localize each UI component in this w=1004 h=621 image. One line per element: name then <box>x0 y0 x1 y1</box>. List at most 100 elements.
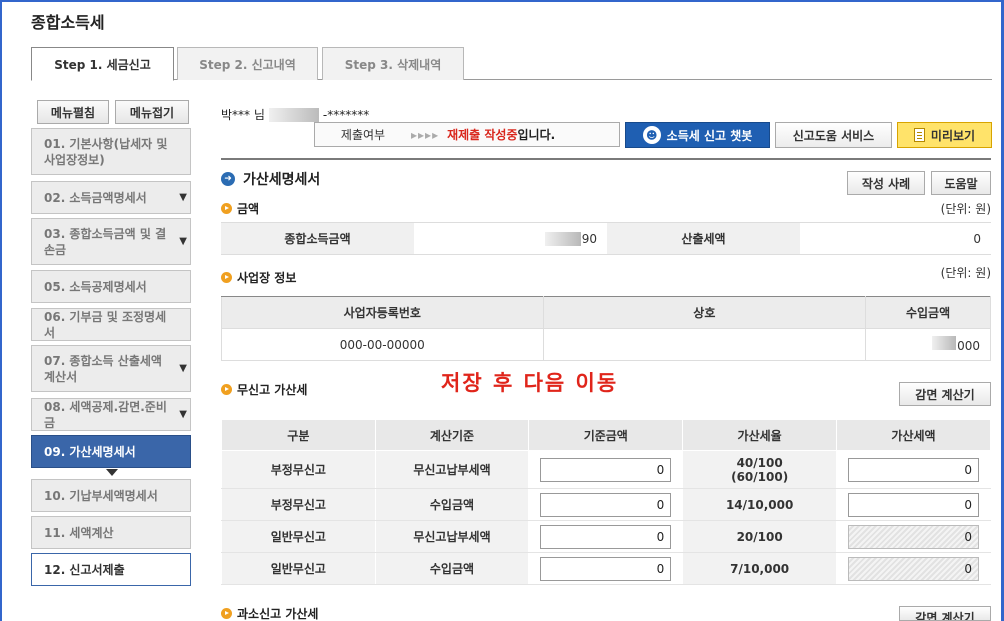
sidebar-item-prepaid-tax[interactable]: 10. 기납부세액명세서 <box>31 479 191 512</box>
no-report-penalty-table: 구분 계산기준 기준금액 가산세율 가산세액 부정무신고 무신고납부세액 40/… <box>221 419 991 585</box>
header-penalty: 가산세액 <box>836 419 991 451</box>
sidebar-item-label: 01. 기본사항(납세자 및 사업장정보) <box>44 136 168 167</box>
under-report-title-text: 과소신고 가산세 <box>237 607 319 621</box>
menu-toggle-group: 메뉴펼침 메뉴접기 <box>37 100 189 124</box>
sidebar-item-tax-calc-sheet[interactable]: 07. 종합소득 산출세액계산서 ▼ <box>31 345 191 392</box>
sidebar-item-submit[interactable]: 12. 신고서제출 <box>31 553 191 586</box>
type-cell: 일반무신고 <box>221 552 376 585</box>
base-amount-input[interactable] <box>540 457 672 482</box>
masked-value <box>932 336 957 350</box>
header-basis: 계산기준 <box>374 419 530 451</box>
collapse-menu-button[interactable]: 메뉴접기 <box>115 100 189 124</box>
sidebar-item-label: 12. 신고서제출 <box>44 562 125 577</box>
header-base-amount: 기준금액 <box>528 419 684 451</box>
sidebar-item-income-statement[interactable]: 02. 소득금액명세서 ▼ <box>31 181 191 214</box>
tab-step2[interactable]: Step 2. 신고내역 <box>177 47 318 80</box>
chevron-down-icon[interactable]: ▼ <box>179 190 187 206</box>
base-amount-input[interactable] <box>540 556 672 581</box>
name-cell <box>542 328 867 361</box>
document-icon <box>913 128 925 142</box>
chevron-down-icon[interactable]: ▼ <box>179 361 187 377</box>
penalty-cell <box>836 450 991 489</box>
chevron-down-icon[interactable]: ▼ <box>179 234 187 250</box>
type-cell: 부정무신고 <box>221 450 376 489</box>
arrow-right-circle-icon: ➜ <box>221 172 235 186</box>
basis-cell: 무신고납부세액 <box>374 450 530 489</box>
rate-cell: 7/10,000 <box>682 552 838 585</box>
sidebar-item-label: 09. 가산세명세서 <box>44 444 136 459</box>
base-amount-cell <box>528 450 684 489</box>
expand-menu-button[interactable]: 메뉴펼침 <box>37 100 109 124</box>
robot-icon: ☻ <box>642 126 661 144</box>
header-reg-no: 사업자등록번호 <box>221 296 544 329</box>
business-section-title: 사업장 정보 <box>221 269 296 286</box>
amount-section-title: 금액 <box>221 200 259 217</box>
business-title-text: 사업장 정보 <box>237 271 297 285</box>
business-table: 사업자등록번호 상호 수입금액 000-00-00000 000 <box>221 296 991 361</box>
page-title: 종합소득세 <box>31 13 105 32</box>
no-report-title-text: 무신고 가산세 <box>237 383 308 397</box>
penalty-input[interactable] <box>848 457 980 482</box>
base-amount-input[interactable] <box>540 492 672 517</box>
header-type: 구분 <box>221 419 376 451</box>
table-row: 부정무신고 수입금액 14/10,000 <box>221 488 991 521</box>
sidebar-item-total-income[interactable]: 03. 종합소득금액 및 결손금 ▼ <box>31 218 191 265</box>
submission-status: 제출여부 ▸▸▸▸ 재제출 작성중 입니다. <box>314 122 620 147</box>
sidebar-item-label: 05. 소득공제명세서 <box>44 279 147 294</box>
rate-cell: 40/100 (60/100) <box>682 450 838 489</box>
penalty-input-disabled <box>848 556 980 581</box>
table-row: 일반무신고 무신고납부세액 20/100 <box>221 520 991 553</box>
arrows-icon: ▸▸▸▸ <box>411 127 440 142</box>
reduction-calculator-button-2[interactable]: 감면 계산기 <box>899 606 991 621</box>
section-divider <box>221 158 991 160</box>
under-report-section-title: 과소신고 가산세 <box>221 605 318 621</box>
sidebar-item-label: 02. 소득금액명세서 <box>44 190 147 205</box>
base-amount-input[interactable] <box>540 524 672 549</box>
amount-title-text: 금액 <box>237 202 260 216</box>
rate-cell: 14/10,000 <box>682 488 838 521</box>
sidebar-item-penalty-statement[interactable]: 09. 가산세명세서 <box>31 435 191 468</box>
sidebar-item-basic-info[interactable]: 01. 기본사항(납세자 및 사업장정보) <box>31 128 191 175</box>
table-row: 000-00-00000 000 <box>221 328 991 361</box>
penalty-input[interactable] <box>848 492 980 517</box>
tab-step3[interactable]: Step 3. 삭제내역 <box>322 47 464 80</box>
overlay-message: 저장 후 다음 이동 <box>441 371 619 395</box>
rate-text: 40/100 <box>736 455 783 470</box>
tab-step1[interactable]: Step 1. 세금신고 <box>31 47 174 81</box>
sidebar-item-label: 07. 종합소득 산출세액계산서 <box>44 353 162 384</box>
reduction-calculator-button[interactable]: 감면 계산기 <box>899 382 991 406</box>
base-amount-cell <box>528 520 684 553</box>
penalty-cell <box>836 552 991 585</box>
sidebar-item-deduction[interactable]: 05. 소득공제명세서 <box>31 270 191 303</box>
status-suffix: 입니다. <box>517 128 556 142</box>
arrow-down-icon <box>106 469 118 476</box>
table-header-row: 사업자등록번호 상호 수입금액 <box>221 296 991 329</box>
amount-row: 종합소득금액 90 산출세액 0 <box>221 222 991 255</box>
income-cell: 000 <box>865 328 991 361</box>
chevron-down-icon[interactable]: ▼ <box>179 407 187 423</box>
example-button[interactable]: 작성 사례 <box>847 171 925 195</box>
sidebar-item-label: 11. 세액계산 <box>44 525 114 540</box>
base-amount-cell <box>528 488 684 521</box>
chatbot-label: 소득세 신고 챗봇 <box>666 128 753 143</box>
sidebar-item-tax-credit[interactable]: 08. 세액공제.감면.준비금 ▼ <box>31 398 191 431</box>
rate-cell: 20/100 <box>682 520 838 553</box>
masked-value <box>544 231 581 246</box>
chatbot-button[interactable]: ☻ 소득세 신고 챗봇 <box>625 122 770 148</box>
sidebar-item-label: 10. 기납부세액명세서 <box>44 488 158 503</box>
header-rate: 가산세율 <box>682 419 838 451</box>
sidebar-item-donation[interactable]: 06. 기부금 및 조정명세서 <box>31 308 191 341</box>
table-row: 부정무신고 무신고납부세액 40/100(60/100) <box>221 450 991 489</box>
bullet-icon <box>221 272 232 283</box>
base-amount-cell <box>528 552 684 585</box>
calc-tax-value: 0 <box>973 231 981 246</box>
calc-tax-label: 산출세액 <box>607 223 800 254</box>
preview-button[interactable]: 미리보기 <box>897 122 992 148</box>
sidebar-item-tax-calculation[interactable]: 11. 세액계산 <box>31 516 191 549</box>
user-id-tail: -******* <box>322 107 370 122</box>
help-button[interactable]: 도움말 <box>931 171 991 195</box>
help-service-button[interactable]: 신고도움 서비스 <box>775 122 892 148</box>
basis-cell: 수입금액 <box>374 552 530 585</box>
penalty-cell <box>836 520 991 553</box>
preview-label: 미리보기 <box>930 128 976 143</box>
